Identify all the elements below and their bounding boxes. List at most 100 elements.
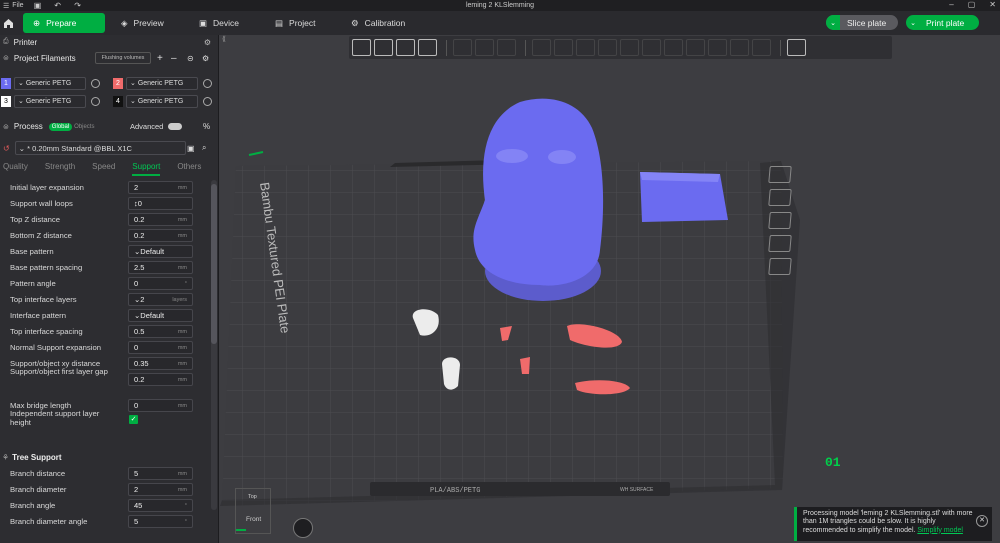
orient-icon[interactable] (396, 39, 415, 56)
color-paint-icon[interactable] (752, 39, 771, 56)
printer-section[interactable]: ⎙ Printer ⚙ (0, 36, 219, 48)
setting-input[interactable]: 0 mm (128, 341, 193, 354)
setting-input[interactable]: 2 mm (128, 181, 193, 194)
tab-strength[interactable]: Strength (45, 162, 75, 176)
tab-project[interactable]: ▤ Project (265, 13, 335, 33)
tab-device[interactable]: ▣ Device (189, 13, 259, 33)
tab-quality[interactable]: Quality (3, 162, 28, 176)
measure-icon[interactable] (730, 39, 749, 56)
tab-calibration[interactable]: ⚙ Calibration (341, 13, 431, 33)
lock-plate-icon[interactable] (768, 235, 792, 252)
filament-select[interactable]: ⌄ Generic PETG (14, 76, 86, 90)
filament-select[interactable]: ⌄ Generic PETG (14, 94, 86, 108)
chevron-down-icon[interactable]: ⌄ (826, 15, 840, 30)
objects-toggle[interactable]: Objects (74, 124, 94, 130)
collapse-sidebar-icon[interactable]: ⟪ (219, 35, 229, 47)
zoom-fit-icon[interactable] (293, 518, 313, 538)
lemming-model[interactable] (473, 98, 604, 286)
white-part-2[interactable] (442, 357, 460, 390)
delete-plate-icon[interactable] (768, 166, 792, 183)
rotate-icon[interactable] (554, 39, 573, 56)
filament-slot-2[interactable]: 2 ⌄ Generic PETG (113, 76, 212, 90)
plate-settings-icon[interactable] (768, 258, 792, 275)
setting-input[interactable]: ⌄ Default (128, 309, 193, 322)
view-cube-front[interactable]: Front (246, 516, 261, 523)
scale-icon[interactable] (576, 39, 595, 56)
close-notification-icon[interactable]: ✕ (976, 515, 988, 527)
cut-icon[interactable] (620, 39, 639, 56)
filament-select[interactable]: ⌄ Generic PETG (126, 76, 198, 90)
compare-icon[interactable]: % (203, 122, 210, 131)
viewport-3d[interactable]: PLA/ABS/PETG WH SURFACE 01 Bambu Texture… (220, 60, 1000, 543)
move-icon[interactable] (532, 39, 551, 56)
split-objects-icon[interactable] (453, 39, 472, 56)
advanced-toggle[interactable] (168, 123, 182, 130)
reset-icon[interactable]: ↺ (3, 144, 10, 153)
search-icon[interactable]: ⌕ (202, 143, 206, 153)
setting-input[interactable]: 0 mm (128, 399, 193, 412)
filament-edit-icon[interactable] (91, 96, 100, 106)
tab-preview[interactable]: ◈ Preview (111, 13, 183, 33)
tab-prepare[interactable]: ⊕ Prepare (23, 13, 105, 33)
setting-input[interactable]: 0.35 mm (128, 357, 193, 370)
gear-icon[interactable]: ⚙ (202, 54, 209, 63)
maximize-icon[interactable]: ▢ (968, 0, 976, 9)
undo-icon[interactable]: ↶ (52, 1, 64, 10)
gear-icon[interactable]: ⚙ (204, 38, 211, 47)
mesh-boolean-icon[interactable] (642, 39, 661, 56)
setting-input[interactable]: 0.2 mm (128, 373, 193, 386)
home-icon[interactable] (0, 12, 17, 34)
flushing-volumes-button[interactable]: Flushing volumes (95, 52, 151, 64)
independent-support-layer-height-checkbox[interactable]: ✓ (129, 415, 138, 424)
redo-icon[interactable]: ↷ (72, 1, 84, 10)
simplify-model-link[interactable]: Simplify model (917, 527, 963, 534)
view-cube[interactable]: Top Front (235, 488, 271, 534)
setting-input[interactable]: ⌄ 2 layers (128, 293, 193, 306)
close-icon[interactable]: ✕ (989, 0, 996, 9)
filament-select[interactable]: ⌄ Generic PETG (126, 94, 198, 108)
file-menu[interactable]: ☰ File (0, 2, 24, 10)
save-preset-icon[interactable]: ▣ (187, 144, 195, 153)
lay-on-face-icon[interactable] (598, 39, 617, 56)
tab-others[interactable]: Others (177, 162, 201, 176)
add-object-icon[interactable] (352, 39, 371, 56)
filament-edit-icon[interactable] (203, 78, 212, 88)
global-toggle[interactable]: Global (48, 122, 73, 131)
setting-input[interactable]: 0.2 mm (128, 213, 193, 226)
setting-input[interactable]: ↕ 0 (128, 197, 193, 210)
sync-icon[interactable]: ⊝ (187, 54, 194, 63)
process-preset-select[interactable]: ⌄ * 0.20mm Standard @BBL X1C (14, 141, 186, 155)
remove-filament-icon[interactable]: – (171, 53, 177, 64)
setting-input[interactable]: 5 ° (128, 515, 193, 528)
setting-input[interactable]: 2.5 mm (128, 261, 193, 274)
setting-input[interactable]: 45 ° (128, 499, 193, 512)
seam-paint-icon[interactable] (686, 39, 705, 56)
slice-plate-button[interactable]: ⌄ Slice plate (826, 15, 898, 30)
arrange-plate-icon[interactable] (768, 212, 792, 229)
sidebar-scrollbar[interactable] (211, 180, 217, 510)
setting-input[interactable]: 5 mm (128, 467, 193, 480)
setting-input[interactable]: 0 ° (128, 277, 193, 290)
layers-icon[interactable] (497, 39, 516, 56)
setting-input[interactable]: 0.5 mm (128, 325, 193, 338)
text-icon[interactable] (708, 39, 727, 56)
view-icon[interactable] (787, 39, 806, 56)
print-plate-button[interactable]: ⌄ Print plate (906, 15, 979, 30)
filament-slot-3[interactable]: 3 ⌄ Generic PETG (1, 94, 100, 108)
setting-input[interactable]: ⌄ Default (128, 245, 193, 258)
filament-slot-1[interactable]: 1 ⌄ Generic PETG (1, 76, 100, 90)
save-icon[interactable]: ▣ (32, 1, 44, 10)
arrange-grid-icon[interactable] (374, 39, 393, 56)
tab-support[interactable]: Support (132, 162, 161, 176)
filament-edit-icon[interactable] (91, 78, 100, 88)
orient-plate-icon[interactable] (768, 189, 792, 206)
split-parts-icon[interactable] (475, 39, 494, 56)
filament-edit-icon[interactable] (203, 96, 212, 106)
chevron-down-icon[interactable]: ⌄ (906, 19, 920, 27)
tab-speed[interactable]: Speed (92, 162, 115, 176)
support-paint-icon[interactable] (664, 39, 683, 56)
minimize-icon[interactable]: – (949, 0, 953, 9)
filament-slot-4[interactable]: 4 ⌄ Generic PETG (113, 94, 212, 108)
setting-input[interactable]: 0.2 mm (128, 229, 193, 242)
setting-input[interactable]: 2 mm (128, 483, 193, 496)
